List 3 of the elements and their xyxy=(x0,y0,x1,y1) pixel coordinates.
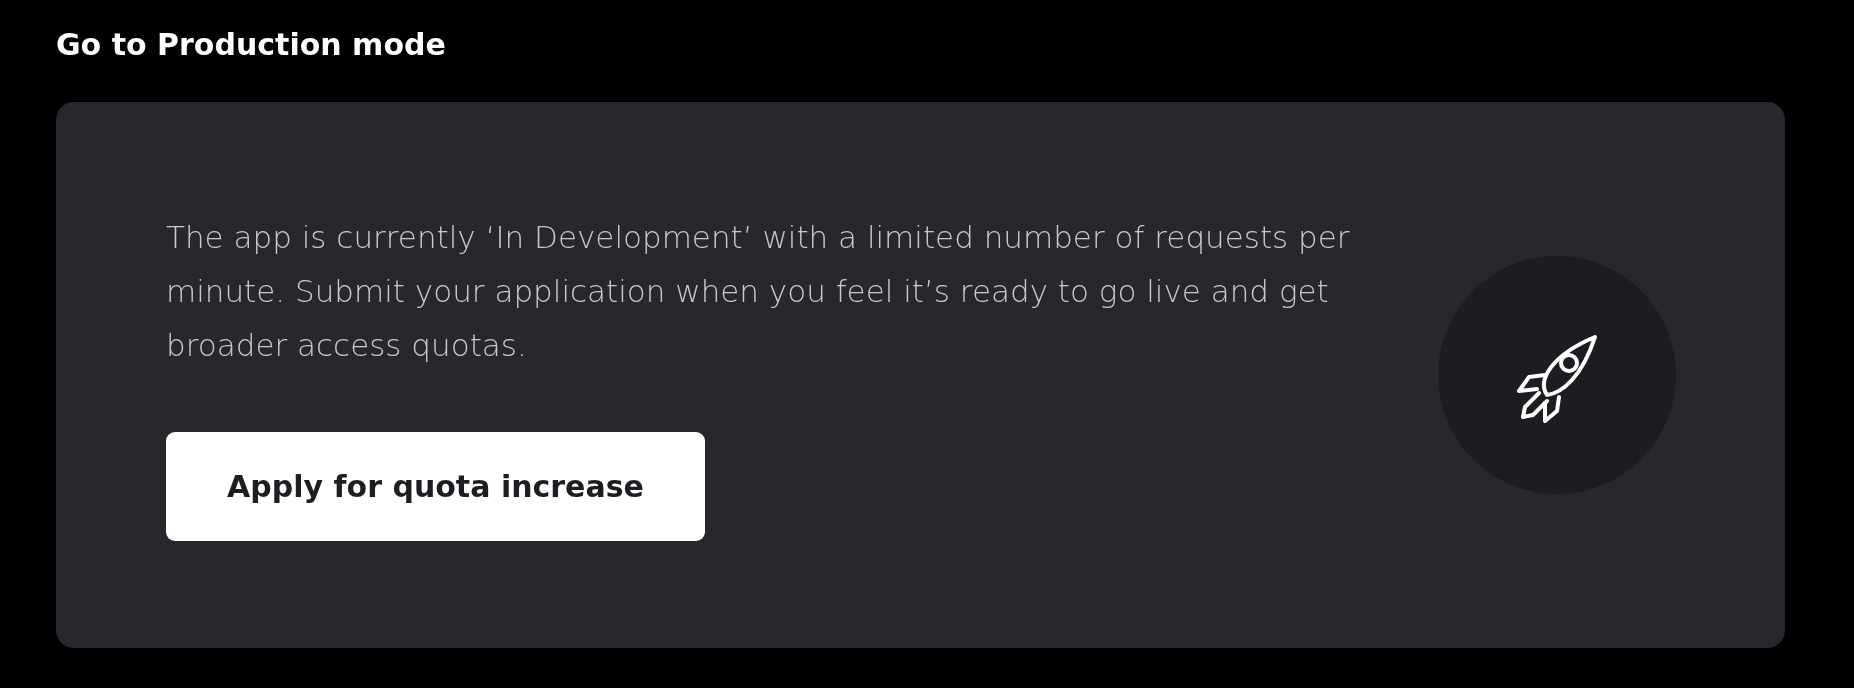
apply-button[interactable]: Apply for quota increase xyxy=(166,431,705,541)
section-heading: Go to Production mode xyxy=(56,26,447,64)
description-text: The app is currently ‘In Development’ with a limited number of requests per minute. Submit your application when you feel it’s ready to go live and get broader access quotas. xyxy=(166,217,1351,365)
